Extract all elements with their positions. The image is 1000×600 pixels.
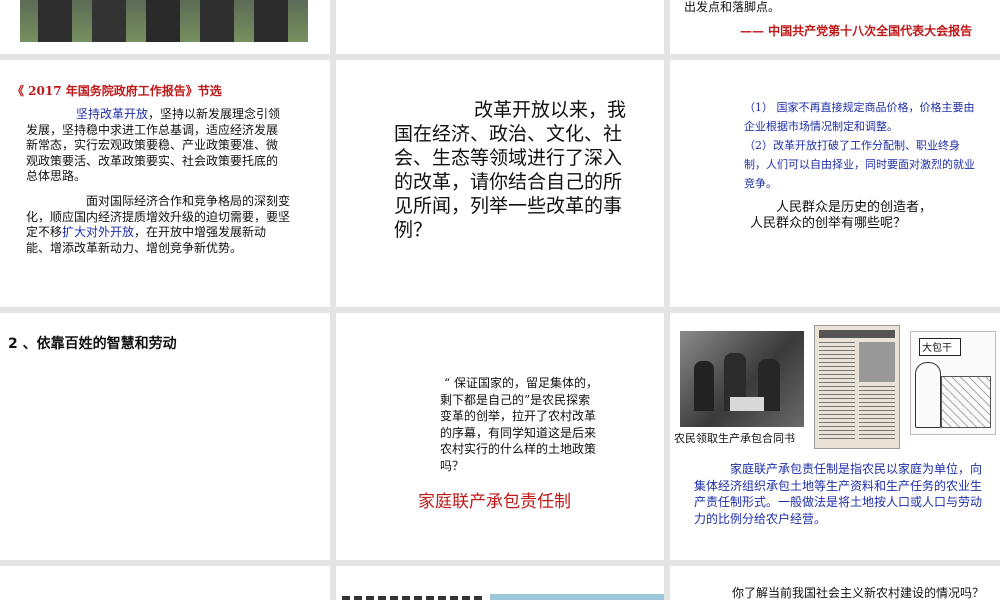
cartoon-image: 大包干	[910, 331, 996, 435]
slide-thumb-r2c2[interactable]: 改革开放以来，我国在经济、政治、文化、社会、生态等领域进行了深入的改革，请你结合…	[336, 60, 664, 307]
newspaper-column	[859, 386, 895, 442]
cartoon-label: 大包干	[922, 343, 952, 354]
slide-thumb-r2c1[interactable]: 《 2017 年国务院政府工作报告》节选 坚持改革开放，坚持以新发展理念引领发展…	[0, 60, 330, 307]
point-2: （2）改革开放打破了工作分配制、职业终身制，人们可以自由择业，同时要面对激烈的就…	[744, 139, 975, 190]
question-text: 你了解当前我国社会主义新农村建设的情况吗？	[732, 586, 985, 600]
newspaper-image	[814, 325, 900, 449]
group-photo	[20, 0, 308, 42]
photo-caption: 农民领取生产承包合同书	[674, 432, 795, 445]
slide-thumb-r4c1[interactable]	[0, 566, 330, 600]
slide-thumb-r3c2[interactable]: “ 保证国家的，留足集体的，剩下都是自己的”是农民探索变革的创举，拉开了农村改革…	[336, 313, 664, 560]
cartoon-figure	[915, 362, 941, 428]
citation-text: —— 中国共产党第十八次全国代表大会报告	[740, 24, 973, 38]
contract-paper	[730, 397, 764, 411]
farmers-photo	[680, 331, 804, 427]
person-silhouette	[38, 0, 72, 42]
paragraph-2: 面对国际经济合作和竞争格局的深刻变化，顺应国内经济提质增效升级的迫切需要，要坚定…	[26, 194, 290, 256]
slide-title: 《 2017 年国务院政府工作报告》节选	[12, 84, 222, 98]
village-photo	[490, 594, 664, 600]
person-silhouette	[146, 0, 180, 42]
slide-thumb-r1c1[interactable]	[0, 0, 330, 54]
person-silhouette	[200, 0, 234, 42]
person-silhouette	[254, 0, 288, 42]
paragraph-text: ，坚持以新发展理念引领发展，坚持稳中求进工作总基调，适应经济发展新常态，实行宏观…	[26, 107, 281, 183]
person-silhouette	[92, 0, 126, 42]
point-1: （1） 国家不再直接规定商品价格，价格主要由企业根据市场情况制定和调整。	[744, 101, 975, 133]
definition-text: 家庭联产承包责任制是指农民以家庭为单位，向集体经济组织承包土地等生产资料和生产任…	[694, 462, 983, 526]
paragraph-1: 坚持改革开放，坚持以新发展理念引领发展，坚持稳中求进工作总基调，适应经济发展新常…	[26, 107, 288, 185]
slide-thumb-r1c2[interactable]	[336, 0, 664, 54]
section-heading: 2 、依靠百姓的智慧和劳动	[8, 336, 177, 352]
slide-thumb-r1c3[interactable]: 出发点和落脚点。 —— 中国共产党第十八次全国代表大会报告	[670, 0, 1000, 54]
farmer-figure	[694, 361, 714, 411]
newspaper-column	[819, 342, 855, 442]
calligraphy-banner	[342, 596, 482, 600]
cartoon-field	[941, 376, 991, 428]
slide-thumb-r2c3[interactable]: （1） 国家不再直接规定商品价格，价格主要由企业根据市场情况制定和调整。 （2）…	[670, 60, 1000, 307]
highlight-text: 扩大对外开放	[62, 225, 135, 239]
slide-thumb-r4c3[interactable]: 你了解当前我国社会主义新农村建设的情况吗？	[670, 566, 1000, 600]
slide-thumb-r3c1[interactable]: 2 、依靠百姓的智慧和劳动	[0, 313, 330, 560]
newspaper-photo	[859, 342, 895, 382]
question-text: 改革开放以来，我国在经济、政治、文化、社会、生态等领域进行了深入的改革，请你结合…	[394, 99, 627, 241]
slide-thumb-r3c3[interactable]: 农民领取生产承包合同书 大包干 家庭联产承包责任制是指农民以家庭为单位，向集体经…	[670, 313, 1000, 560]
question-line-2: 人民群众的创举有哪些呢？	[750, 216, 907, 231]
quote-text: “ 保证国家的，留足集体的，剩下都是自己的”是农民探索变革的创举，拉开了农村改革…	[440, 376, 598, 473]
answer-text: 家庭联产承包责任制	[418, 492, 571, 512]
highlight-text: 坚持改革开放	[76, 107, 149, 121]
slide-text: 出发点和落脚点。	[684, 0, 781, 14]
newspaper-header	[819, 330, 895, 338]
slide-thumb-r4c2[interactable]	[336, 566, 664, 600]
